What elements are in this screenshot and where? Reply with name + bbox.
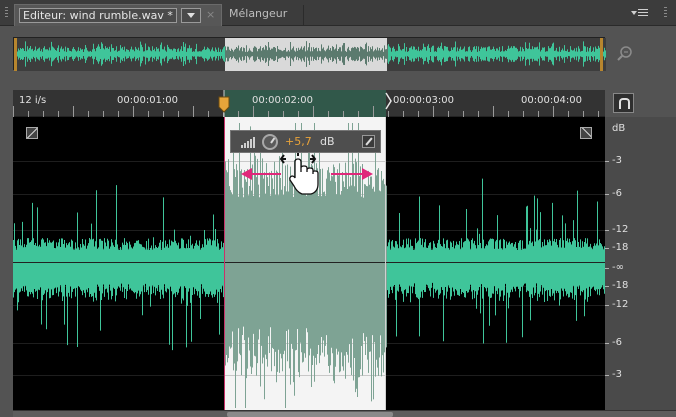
- ruler-time-label: 00:00:04:00: [521, 95, 583, 106]
- tab-mixer[interactable]: Mélangeur: [222, 5, 304, 25]
- volume-hud[interactable]: +5,7 dB: [230, 130, 381, 153]
- grip-icon[interactable]: [664, 7, 667, 19]
- playhead-marker: [218, 96, 230, 113]
- db-label: -3: [612, 155, 622, 166]
- db-label: -18: [612, 280, 629, 291]
- overview-edge-marker: [600, 38, 603, 71]
- volume-icon: [241, 137, 255, 148]
- selection-end-marker: [385, 92, 392, 110]
- ruler-time-label: 00:00:03:00: [393, 95, 455, 106]
- zoom-icon[interactable]: [616, 44, 634, 62]
- editor-file-label[interactable]: Editeur: wind rumble.wav *: [19, 8, 177, 23]
- scroll-thumb[interactable]: [227, 412, 393, 417]
- grip-icon[interactable]: [5, 7, 8, 19]
- fade-in-icon[interactable]: [26, 127, 38, 139]
- volume-unit: dB: [320, 135, 335, 148]
- ruler-time-label: 00:00:02:00: [252, 95, 314, 106]
- db-label: -6: [612, 337, 622, 348]
- amplitude-ruler[interactable]: dB -3 -6 -12 -18 -∞ -18 -12 -6 -3: [605, 117, 676, 410]
- waveform-display[interactable]: [13, 117, 605, 410]
- tab-editor[interactable]: Editeur: wind rumble.wav * ×: [14, 4, 222, 26]
- db-label: -6: [612, 188, 622, 199]
- horizontal-scrollbar[interactable]: [13, 410, 676, 417]
- overview-waveform[interactable]: [13, 37, 606, 71]
- ruler-time-label: 00:00:01:00: [117, 95, 179, 106]
- close-icon[interactable]: ×: [206, 8, 215, 21]
- db-label: -12: [612, 299, 629, 310]
- db-label: -3: [612, 369, 622, 380]
- panel-menu-icon[interactable]: [631, 8, 653, 20]
- db-label: -∞: [612, 262, 624, 273]
- dropdown-arrow-icon[interactable]: [181, 8, 201, 23]
- pin-icon[interactable]: [362, 135, 375, 148]
- frame-rate-label: 12 i/s: [19, 95, 47, 106]
- snap-magnet-icon[interactable]: [613, 93, 634, 113]
- time-ruler[interactable]: 12 i/s 00:00:01:00 00:00:02:00 00:00:03:…: [13, 90, 605, 117]
- volume-value[interactable]: +5,7: [285, 135, 312, 148]
- overview-edge-marker: [14, 38, 17, 71]
- db-label: -12: [612, 224, 629, 235]
- volume-knob-icon[interactable]: [262, 134, 278, 150]
- fade-out-icon[interactable]: [580, 127, 592, 139]
- db-unit-label: dB: [612, 123, 626, 134]
- db-label: -18: [612, 242, 629, 253]
- panel-tab-bar: Editeur: wind rumble.wav * × Mélangeur: [0, 0, 676, 26]
